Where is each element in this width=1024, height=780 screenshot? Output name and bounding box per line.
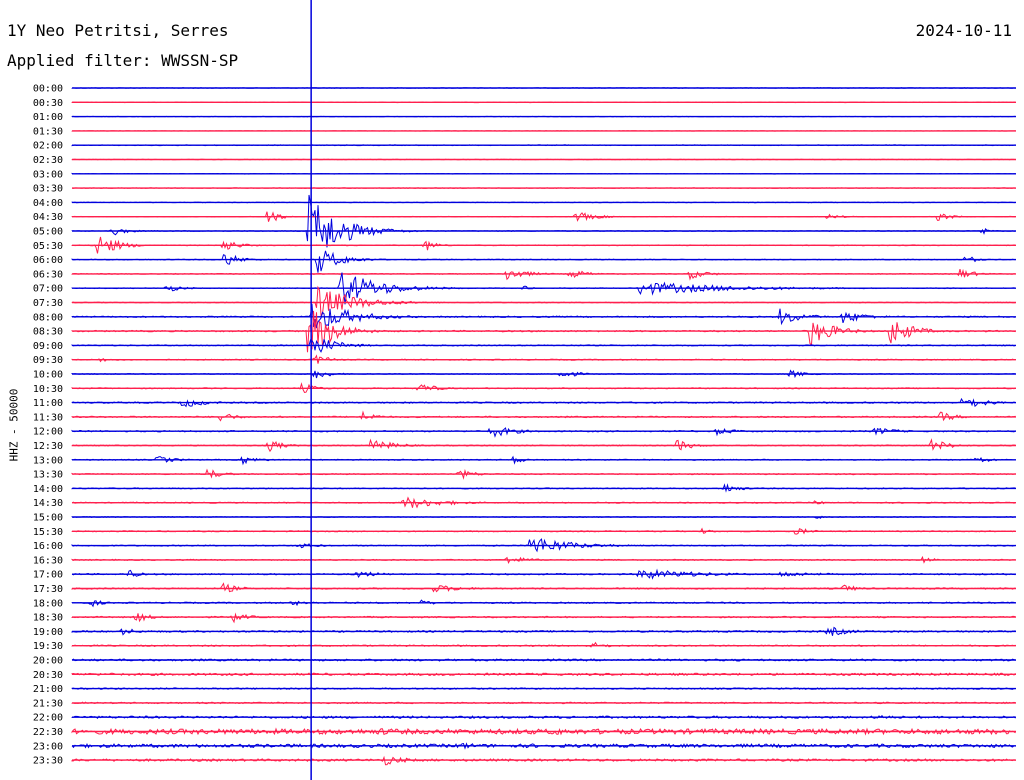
row-time-label: 21:30 (33, 698, 63, 709)
trace-row-2330 (71, 755, 1016, 766)
row-time-label: 21:00 (33, 684, 63, 695)
trace-row-0600 (71, 250, 1016, 273)
row-time-label: 16:00 (33, 541, 63, 552)
row-time-label: 15:30 (33, 527, 63, 538)
row-time-label: 16:30 (33, 555, 63, 566)
row-time-label: 10:00 (33, 370, 63, 381)
row-time-label: 08:00 (33, 312, 63, 323)
row-time-label: 11:00 (33, 398, 63, 409)
row-time-label: 12:30 (33, 441, 63, 452)
trace-row-0800 (71, 303, 1016, 329)
trace-row-1730 (71, 582, 1016, 593)
row-time-label: 01:00 (33, 112, 63, 123)
row-time-labels: 00:00 00:30 01:00 01:30 02:00 02:30 03:00 03:30… (33, 84, 63, 767)
row-time-label: 13:30 (33, 470, 63, 481)
row-time-label: 07:30 (33, 298, 63, 309)
row-time-label: 09:00 (33, 341, 63, 352)
row-time-label: 00:30 (33, 98, 63, 109)
row-time-label: 11:30 (33, 412, 63, 423)
row-time-label: 19:30 (33, 641, 63, 652)
row-time-label: 05:00 (33, 227, 63, 238)
trace-rows (71, 87, 1016, 766)
row-time-label: 20:00 (33, 656, 63, 667)
row-time-label: 09:30 (33, 355, 63, 366)
row-time-label: 17:30 (33, 584, 63, 595)
row-time-label: 07:00 (33, 284, 63, 295)
row-time-label: 14:00 (33, 484, 63, 495)
row-time-label: 12:00 (33, 427, 63, 438)
row-time-label: 04:30 (33, 212, 63, 223)
row-time-label: 18:00 (33, 598, 63, 609)
row-time-label: 00:00 (33, 84, 63, 95)
row-time-label: 22:30 (33, 727, 63, 738)
row-time-label: 03:30 (33, 184, 63, 195)
row-time-label: 04:00 (33, 198, 63, 209)
row-time-label: 20:30 (33, 670, 63, 681)
row-time-label: 05:30 (33, 241, 63, 252)
row-time-label: 02:30 (33, 155, 63, 166)
row-time-label: 15:00 (33, 513, 63, 524)
row-time-label: 14:30 (33, 498, 63, 509)
seismogram-plot: 00:00 00:30 01:00 01:30 02:00 02:30 03:00 03:30… (33, 0, 1016, 780)
trace-row-0730 (71, 285, 1016, 317)
row-time-label: 18:30 (33, 613, 63, 624)
row-time-label: 19:00 (33, 627, 63, 638)
row-time-label: 08:30 (33, 327, 63, 338)
row-time-label: 06:00 (33, 255, 63, 266)
row-time-label: 06:30 (33, 269, 63, 280)
trace-row-1200 (71, 427, 1016, 438)
row-time-label: 02:00 (33, 141, 63, 152)
row-time-label: 10:30 (33, 384, 63, 395)
row-time-label: 23:00 (33, 741, 63, 752)
row-time-label: 22:00 (33, 713, 63, 724)
row-time-label: 13:00 (33, 455, 63, 466)
row-time-label: 03:00 (33, 169, 63, 180)
row-time-label: 23:30 (33, 756, 63, 767)
row-time-label: 01:30 (33, 126, 63, 137)
row-time-label: 17:00 (33, 570, 63, 581)
